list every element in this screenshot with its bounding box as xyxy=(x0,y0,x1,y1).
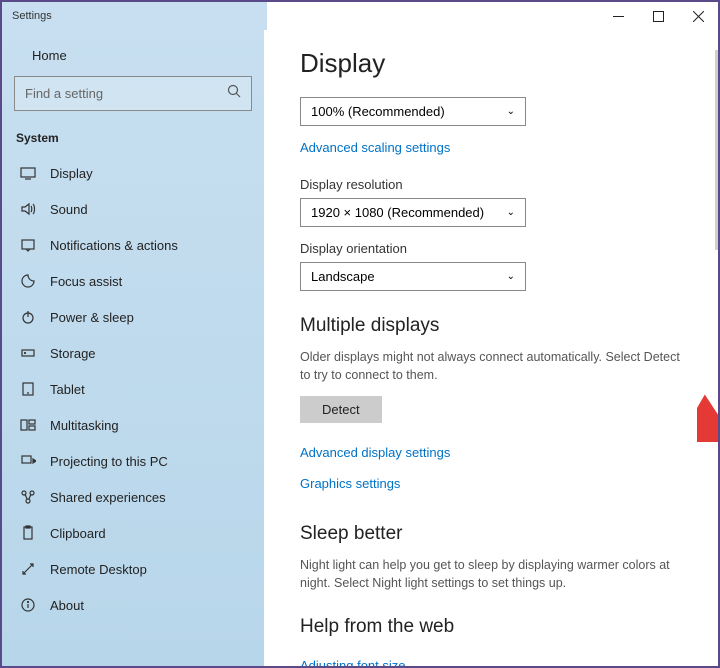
sound-icon xyxy=(20,201,36,217)
storage-icon xyxy=(20,345,36,361)
sidebar-item-tablet[interactable]: Tablet xyxy=(14,371,252,407)
multiple-displays-desc: Older displays might not always connect … xyxy=(300,349,680,384)
clipboard-icon xyxy=(20,525,36,541)
help-heading: Help from the web xyxy=(300,616,690,638)
sidebar-item-clipboard[interactable]: Clipboard xyxy=(14,515,252,551)
power-icon xyxy=(20,309,36,325)
search-input[interactable] xyxy=(25,86,227,101)
advanced-display-link[interactable]: Advanced display settings xyxy=(300,445,450,460)
advanced-scaling-link[interactable]: Advanced scaling settings xyxy=(300,140,450,155)
sidebar-item-storage[interactable]: Storage xyxy=(14,335,252,371)
home-nav[interactable]: Home xyxy=(14,40,252,76)
close-button[interactable] xyxy=(678,2,718,30)
sidebar-item-focus[interactable]: Focus assist xyxy=(14,263,252,299)
multiple-displays-heading: Multiple displays xyxy=(300,315,690,337)
minimize-button[interactable] xyxy=(598,2,638,30)
detect-button[interactable]: Detect xyxy=(300,396,382,423)
sidebar: Home System Display Sound Notifications … xyxy=(2,30,264,666)
sidebar-item-multitasking[interactable]: Multitasking xyxy=(14,407,252,443)
scale-dropdown[interactable]: 100% (Recommended) ⌄ xyxy=(300,97,526,126)
window-title: Settings xyxy=(12,10,52,22)
notifications-icon xyxy=(20,237,36,253)
orientation-value: Landscape xyxy=(311,269,375,284)
chevron-down-icon: ⌄ xyxy=(507,106,515,117)
sidebar-item-power[interactable]: Power & sleep xyxy=(14,299,252,335)
search-box[interactable] xyxy=(14,76,252,111)
orientation-label: Display orientation xyxy=(300,241,690,256)
multitasking-icon xyxy=(20,417,36,433)
maximize-button[interactable] xyxy=(638,2,678,30)
display-icon xyxy=(20,165,36,181)
chevron-down-icon: ⌄ xyxy=(507,207,515,218)
sidebar-item-shared[interactable]: Shared experiences xyxy=(14,479,252,515)
category-heading: System xyxy=(14,127,252,155)
resolution-label: Display resolution xyxy=(300,177,690,192)
page-title: Display xyxy=(300,48,690,79)
sidebar-item-sound[interactable]: Sound xyxy=(14,191,252,227)
help-link-fontsize[interactable]: Adjusting font size xyxy=(300,658,406,666)
focus-icon xyxy=(20,273,36,289)
annotation-arrow xyxy=(697,382,718,447)
search-icon xyxy=(227,84,241,103)
remote-icon xyxy=(20,561,36,577)
projecting-icon xyxy=(20,453,36,469)
sleep-better-heading: Sleep better xyxy=(300,523,690,545)
shared-icon xyxy=(20,489,36,505)
scrollbar[interactable] xyxy=(715,50,718,250)
sidebar-item-projecting[interactable]: Projecting to this PC xyxy=(14,443,252,479)
sidebar-item-display[interactable]: Display xyxy=(14,155,252,191)
tablet-icon xyxy=(20,381,36,397)
graphics-settings-link[interactable]: Graphics settings xyxy=(300,476,400,491)
resolution-dropdown[interactable]: 1920 × 1080 (Recommended) ⌄ xyxy=(300,198,526,227)
sleep-better-desc: Night light can help you get to sleep by… xyxy=(300,557,680,592)
sidebar-item-remote[interactable]: Remote Desktop xyxy=(14,551,252,587)
titlebar: Settings xyxy=(2,2,718,30)
about-icon xyxy=(20,597,36,613)
orientation-dropdown[interactable]: Landscape ⌄ xyxy=(300,262,526,291)
home-label: Home xyxy=(32,48,67,63)
sidebar-item-about[interactable]: About xyxy=(14,587,252,623)
scale-value: 100% (Recommended) xyxy=(311,104,445,119)
content-pane: Display 100% (Recommended) ⌄ Advanced sc… xyxy=(264,30,718,666)
sidebar-item-notifications[interactable]: Notifications & actions xyxy=(14,227,252,263)
chevron-down-icon: ⌄ xyxy=(507,271,515,282)
resolution-value: 1920 × 1080 (Recommended) xyxy=(311,205,484,220)
